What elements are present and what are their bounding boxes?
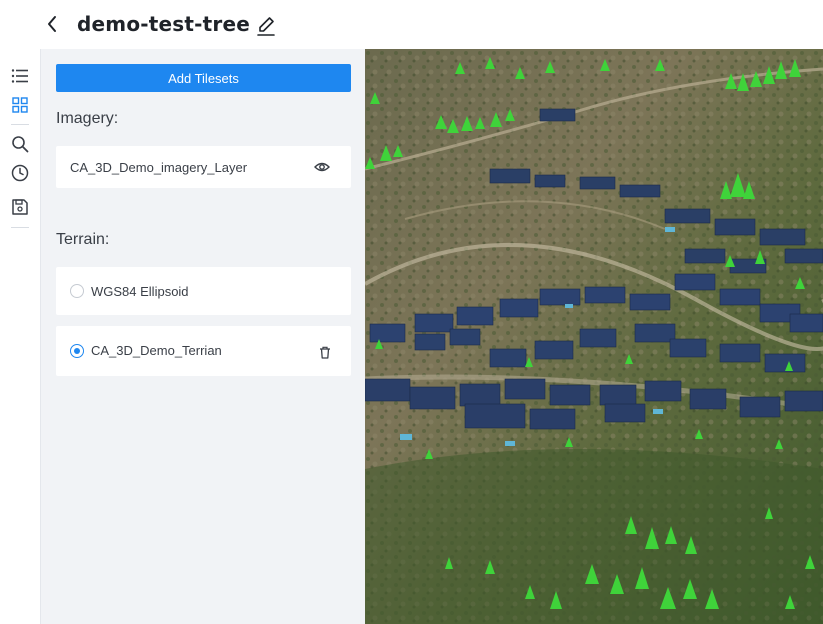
terrain-option-item[interactable]: WGS84 Ellipsoid	[56, 267, 351, 315]
map-viewport[interactable]	[365, 49, 823, 624]
pencil-icon	[257, 17, 275, 36]
layers-list-button[interactable]	[9, 65, 31, 87]
rail-divider	[11, 124, 29, 125]
terrain-option-name: CA_3D_Demo_Terrian	[91, 343, 222, 358]
terrain-option-item[interactable]: CA_3D_Demo_Terrian	[56, 326, 351, 376]
trash-icon	[320, 346, 330, 359]
terrain-option-name: WGS84 Ellipsoid	[91, 284, 189, 299]
tilesets-grid-button[interactable]	[9, 94, 31, 116]
search-button[interactable]	[9, 133, 31, 155]
delete-terrain-button[interactable]	[316, 343, 334, 361]
imagery-layer-item[interactable]: CA_3D_Demo_imagery_Layer	[56, 146, 351, 188]
terrain-section-label: Terrain:	[56, 231, 110, 248]
clock-icon	[11, 164, 29, 182]
terrain-radio-wgs84[interactable]	[70, 284, 84, 298]
chevron-left-icon	[48, 16, 56, 32]
list-icon	[11, 69, 28, 83]
save-button[interactable]	[9, 196, 31, 218]
add-tilesets-button[interactable]: Add Tilesets	[56, 64, 351, 92]
rail-divider	[11, 227, 29, 228]
terrain-3d-scene	[365, 49, 823, 624]
save-icon	[12, 199, 28, 215]
history-button[interactable]	[9, 162, 31, 184]
search-icon	[12, 136, 29, 153]
eye-icon	[314, 162, 330, 172]
imagery-layer-name: CA_3D_Demo_imagery_Layer	[70, 160, 248, 175]
terrain-radio-ca3d[interactable]	[70, 344, 84, 358]
imagery-section-label: Imagery:	[56, 110, 119, 127]
back-button[interactable]	[42, 13, 62, 35]
app-header: demo-test-tree	[0, 0, 823, 49]
edit-title-button[interactable]	[255, 14, 277, 38]
grid-icon	[12, 97, 28, 113]
tilesets-panel: Add Tilesets Imagery: CA_3D_Demo_imagery…	[41, 49, 365, 624]
toggle-visibility-button[interactable]	[313, 158, 331, 176]
tool-rail	[0, 49, 41, 624]
page-title: demo-test-tree	[77, 12, 251, 36]
